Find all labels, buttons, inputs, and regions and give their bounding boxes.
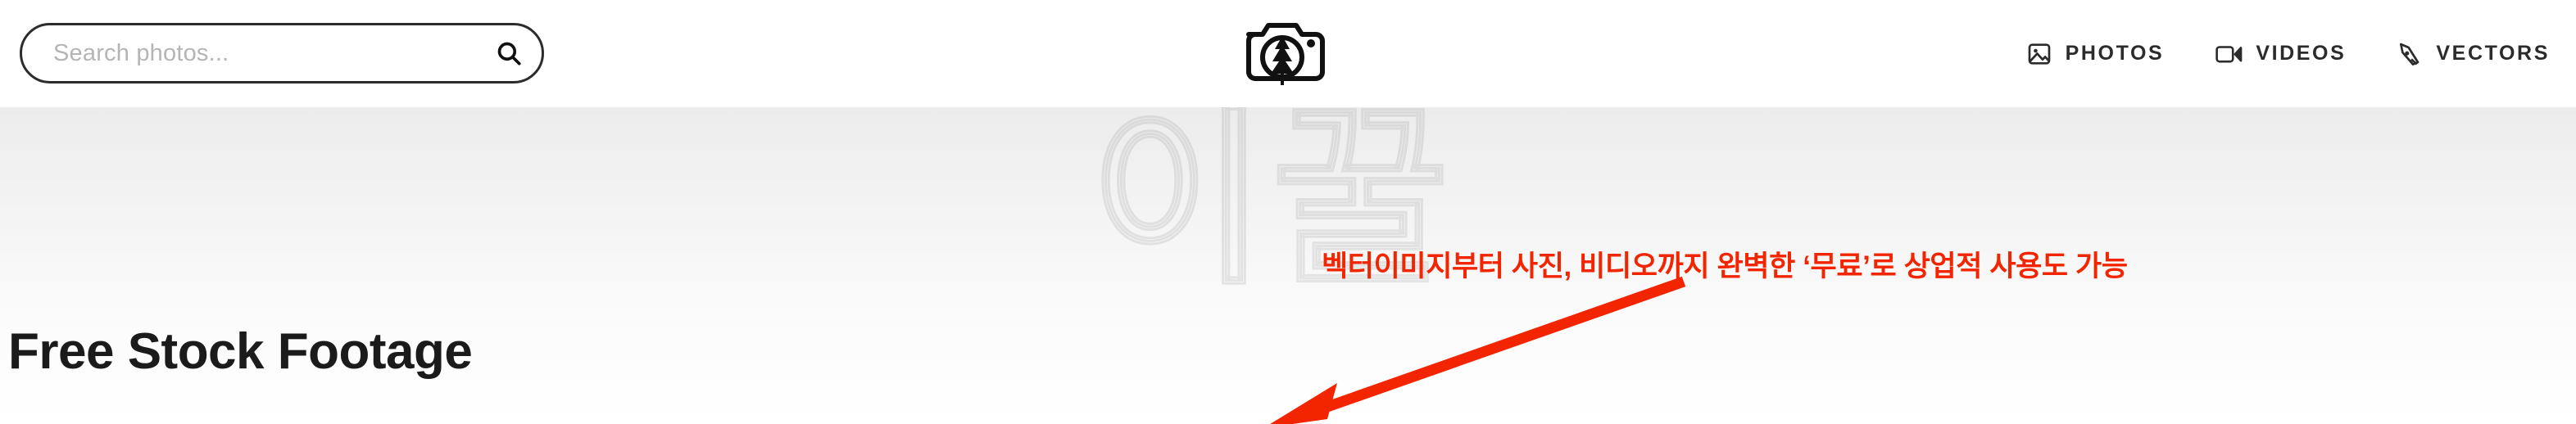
main-navigation: PHOTOS VIDEOS VECTORS: [2026, 0, 2553, 107]
annotation-arrow-icon: [1270, 276, 1686, 424]
nav-item-vectors[interactable]: VECTORS: [2397, 41, 2550, 67]
nav-label-videos: VIDEOS: [2256, 42, 2347, 65]
search-submit-button[interactable]: [479, 25, 538, 82]
site-logo[interactable]: [1233, 7, 1331, 98]
video-camera-icon: [2215, 41, 2243, 67]
page-title: Free Stock Footage: [8, 323, 473, 380]
nav-item-photos[interactable]: PHOTOS: [2026, 41, 2165, 67]
search-bar[interactable]: [20, 23, 544, 83]
annotation-label: 벡터이미지부터 사진, 비디오까지 완벽한 ‘무료’로 상업적 사용도 가능: [1322, 250, 2128, 282]
hero-section: 이꿀 Free Stock Footage 4K and HD nature s…: [0, 107, 2576, 424]
nav-label-photos: PHOTOS: [2065, 42, 2165, 65]
camera-with-pine-tree-logo-icon: [1237, 15, 1327, 90]
pen-nib-icon: [2397, 41, 2423, 67]
search-icon: [495, 39, 523, 67]
search-input[interactable]: [52, 38, 479, 68]
site-header: PHOTOS VIDEOS VECTORS: [0, 0, 2576, 107]
background-watermark: 이꿀: [1089, 107, 1454, 306]
image-icon: [2026, 41, 2052, 67]
nav-item-videos[interactable]: VIDEOS: [2215, 41, 2346, 67]
nav-label-vectors: VECTORS: [2436, 42, 2550, 65]
